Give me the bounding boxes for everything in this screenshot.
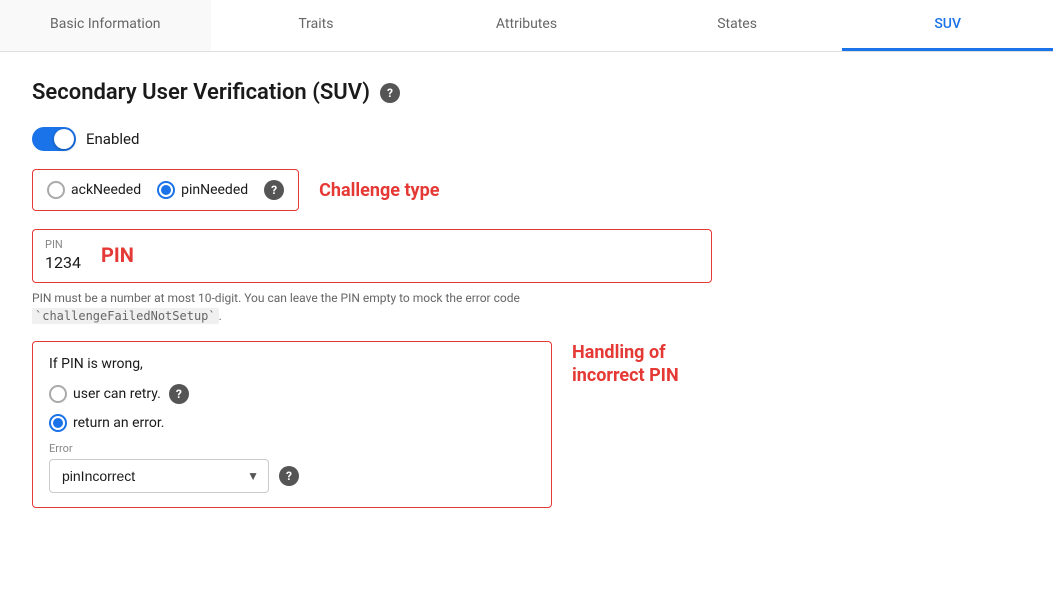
pin-field-wrapper: PIN 1234 PIN (32, 229, 712, 283)
radio-ack-label: ackNeeded (71, 182, 141, 198)
dropdown-label: Error (49, 442, 535, 455)
radio-retry[interactable]: user can retry. (49, 385, 161, 403)
challenge-type-box: ackNeeded pinNeeded ? (32, 169, 299, 211)
pin-hint: PIN must be a number at most 10-digit. Y… (32, 289, 712, 325)
radio-retry-circle (49, 385, 67, 403)
toggle-track (32, 127, 76, 151)
tab-bar: Basic Information Traits Attributes Stat… (0, 0, 1053, 52)
radio-error-circle (49, 414, 67, 432)
enabled-label: Enabled (86, 130, 139, 148)
pin-field-inner: PIN 1234 (45, 238, 81, 272)
incorrect-pin-section: If PIN is wrong, user can retry. ? retur… (32, 341, 1021, 508)
toggle-thumb (54, 129, 74, 149)
radio-error-label: return an error. (73, 415, 164, 431)
enabled-toggle[interactable] (32, 127, 76, 151)
radio-error-row: return an error. (49, 414, 535, 432)
incorrect-pin-title: If PIN is wrong, (49, 356, 535, 372)
dropdown-help-icon[interactable]: ? (279, 466, 299, 486)
tab-attributes[interactable]: Attributes (421, 0, 632, 51)
pin-field-value[interactable]: 1234 (45, 253, 81, 272)
challenge-type-section: ackNeeded pinNeeded ? Challenge type (32, 169, 1021, 211)
radio-retry-label: user can retry. (73, 386, 161, 402)
incorrect-pin-annotation: Handling ofincorrect PIN (572, 341, 679, 388)
dropdown-wrapper: pinIncorrect pinLocked pinNotSet ▼ ? (49, 459, 535, 493)
content-area: Secondary User Verification (SUV) ? Enab… (0, 52, 1053, 536)
error-dropdown-row: Error pinIncorrect pinLocked pinNotSet ▼… (49, 442, 535, 493)
radio-retry-row: user can retry. ? (49, 384, 535, 404)
radio-ack-needed[interactable]: ackNeeded (47, 181, 141, 199)
dropdown-container: pinIncorrect pinLocked pinNotSet ▼ (49, 459, 269, 493)
page-title-text: Secondary User Verification (SUV) (32, 80, 370, 105)
title-help-icon[interactable]: ? (380, 83, 400, 103)
challenge-type-annotation: Challenge type (319, 180, 439, 201)
radio-pin-label: pinNeeded (181, 182, 248, 198)
page-title-row: Secondary User Verification (SUV) ? (32, 80, 1021, 105)
challenge-help-icon[interactable]: ? (264, 180, 284, 200)
pin-field-label: PIN (45, 238, 81, 251)
radio-pin-circle (157, 181, 175, 199)
radio-pin-needed[interactable]: pinNeeded (157, 181, 248, 199)
retry-help-icon[interactable]: ? (169, 384, 189, 404)
incorrect-pin-box: If PIN is wrong, user can retry. ? retur… (32, 341, 552, 508)
error-dropdown[interactable]: pinIncorrect pinLocked pinNotSet (49, 459, 269, 493)
tab-suv[interactable]: SUV (842, 0, 1053, 51)
main-container: Basic Information Traits Attributes Stat… (0, 0, 1053, 601)
pin-section: PIN 1234 PIN PIN must be a number at mos… (32, 229, 1021, 325)
enabled-toggle-row: Enabled (32, 127, 1021, 151)
radio-error[interactable]: return an error. (49, 414, 164, 432)
tab-traits[interactable]: Traits (211, 0, 422, 51)
tab-basic-information[interactable]: Basic Information (0, 0, 211, 51)
pin-annotation: PIN (101, 243, 134, 267)
tab-states[interactable]: States (632, 0, 843, 51)
radio-ack-circle (47, 181, 65, 199)
